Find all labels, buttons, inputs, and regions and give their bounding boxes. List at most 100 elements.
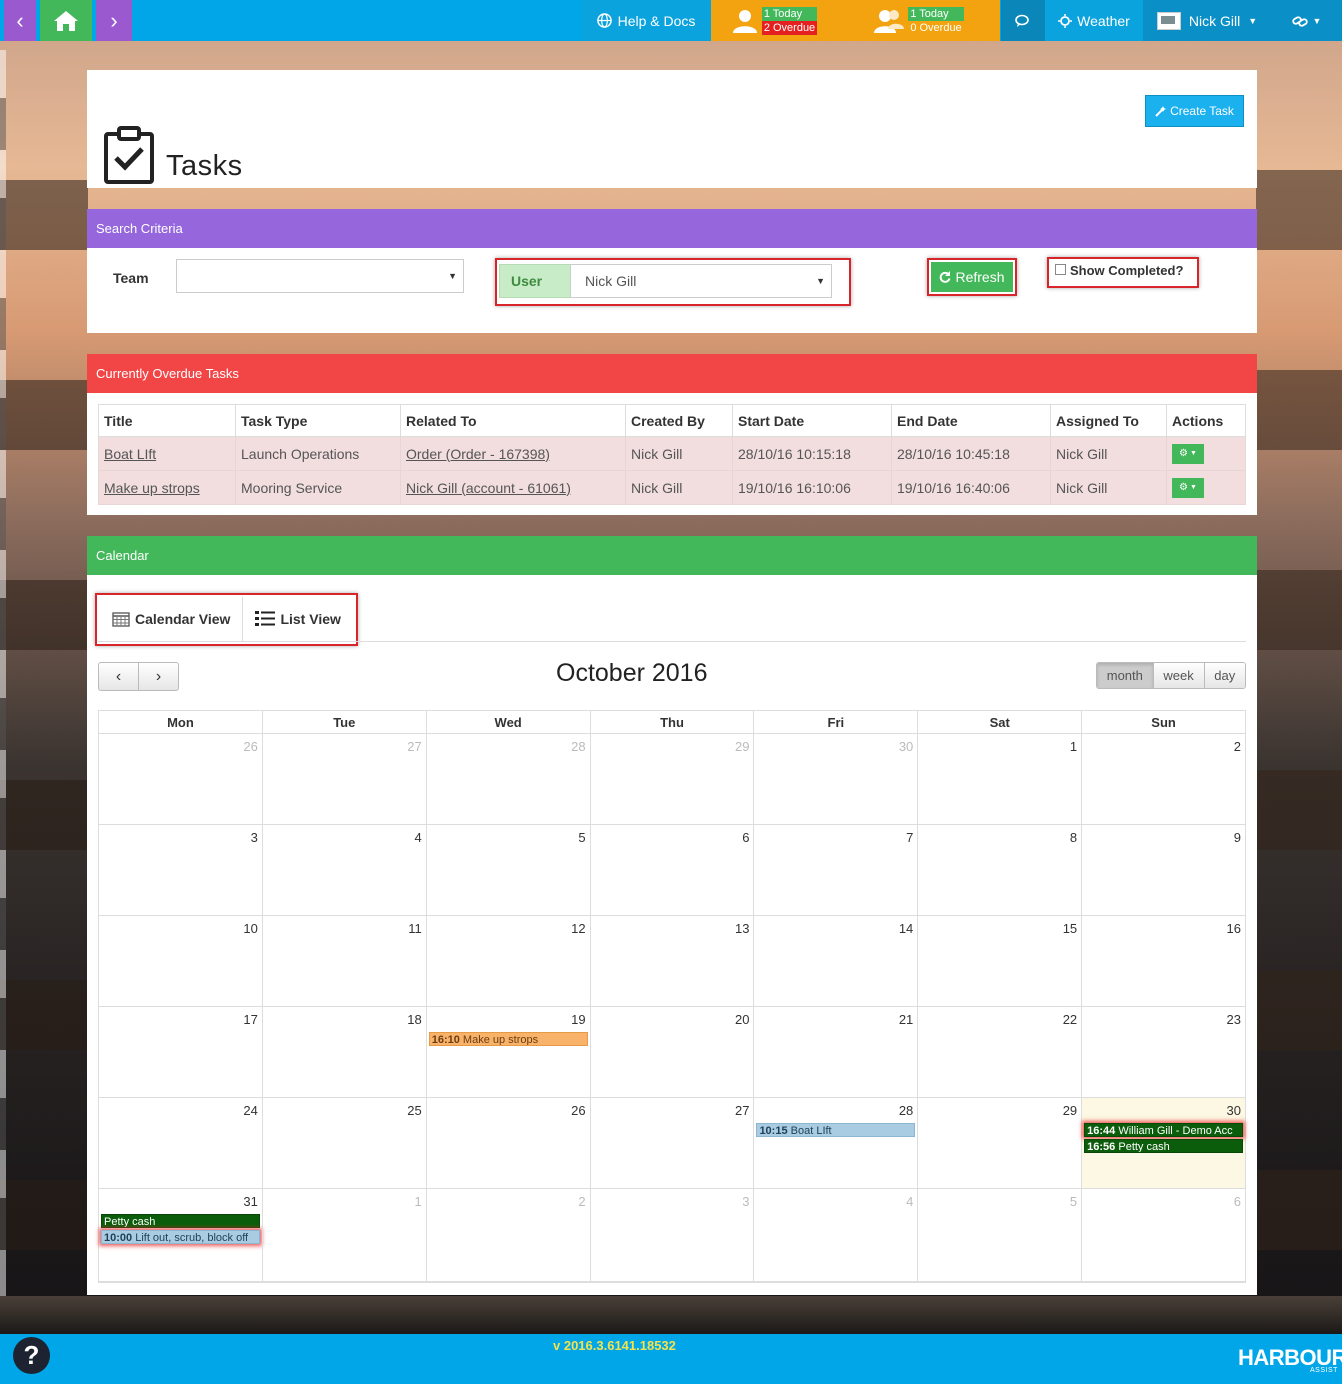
calendar-day[interactable]: 12 <box>425 916 590 1006</box>
calendar-day[interactable]: 29 <box>917 1098 1081 1188</box>
calendar-day[interactable]: 29 <box>589 734 754 824</box>
row-actions-button[interactable]: ⚙ ▼ <box>1172 477 1204 498</box>
column-header-created-by[interactable]: Created By <box>625 404 733 437</box>
day-number: 5 <box>1069 1194 1078 1209</box>
day-view-button[interactable]: day <box>1203 663 1245 688</box>
calendar-day[interactable]: 21 <box>753 1007 917 1097</box>
calendar-day[interactable]: 11 <box>261 916 426 1006</box>
row-actions-button[interactable]: ⚙ ▼ <box>1172 443 1204 464</box>
calendar-day[interactable]: 28 <box>425 734 590 824</box>
forward-button[interactable]: › <box>96 0 132 41</box>
calendar-event[interactable]: 10:00 Lift out, scrub, block off <box>101 1230 260 1244</box>
help-docs-button[interactable]: Help & Docs <box>582 0 710 41</box>
weekday-header: Mon <box>167 715 194 730</box>
event-time: 16:44 <box>1087 1125 1116 1137</box>
calendar-day[interactable]: 10 <box>99 916 262 1006</box>
calendar-day[interactable]: 23 <box>1081 1007 1245 1097</box>
calendar-day[interactable]: 4 <box>753 1189 917 1281</box>
calendar-day[interactable]: 9 <box>1081 825 1245 915</box>
month-view-button[interactable]: month <box>1097 663 1153 688</box>
day-number: 14 <box>898 921 914 936</box>
team-select[interactable]: ▼ <box>176 259 464 293</box>
calendar-event[interactable]: Petty cash <box>101 1214 260 1228</box>
calendar-day[interactable]: 3 <box>589 1189 754 1281</box>
team-tasks-indicator[interactable]: 1 Today 0 Overdue <box>838 0 1000 41</box>
calendar-day[interactable]: 26 <box>425 1098 590 1188</box>
calendar-day[interactable]: 18 <box>261 1007 426 1097</box>
refresh-button[interactable]: Refresh <box>931 262 1013 292</box>
calendar-day[interactable]: 28 10:15 Boat LIft <box>753 1098 917 1188</box>
calendar-day[interactable]: 27 <box>261 734 426 824</box>
column-header-task-type[interactable]: Task Type <box>235 404 401 437</box>
weather-button[interactable]: Weather <box>1045 0 1143 41</box>
background-image-bottom <box>0 1296 1342 1334</box>
day-number: 4 <box>906 1194 914 1209</box>
calendar-event[interactable]: 10:15 Boat LIft <box>756 1123 916 1137</box>
calendar-day[interactable]: 5 <box>425 825 590 915</box>
calendar-day[interactable]: 14 <box>753 916 917 1006</box>
calendar-day[interactable]: 2 <box>425 1189 590 1281</box>
list-view-tab[interactable]: List View <box>242 597 352 641</box>
calendar-day[interactable]: 6 <box>589 825 754 915</box>
calendar-day[interactable]: 27 <box>589 1098 754 1188</box>
day-number: 30 <box>1226 1103 1242 1118</box>
calendar-day[interactable]: 16 <box>1081 916 1245 1006</box>
column-header-assigned-to[interactable]: Assigned To <box>1050 404 1167 437</box>
calendar-day[interactable]: 5 <box>917 1189 1081 1281</box>
calendar-day[interactable]: 1 <box>917 734 1081 824</box>
calendar-day[interactable]: 20 <box>589 1007 754 1097</box>
calendar-day[interactable]: 22 <box>917 1007 1081 1097</box>
calendar-day[interactable]: 25 <box>261 1098 426 1188</box>
calendar-day-today[interactable]: 30 16:44 William Gill - Demo Acc 16:56 Pet… <box>1081 1098 1246 1188</box>
column-header-start-date[interactable]: Start Date <box>732 404 892 437</box>
related-to-link[interactable]: Order (Order - 167398) <box>406 446 550 462</box>
related-to-link[interactable]: Nick Gill (account - 61061) <box>406 480 571 496</box>
weekday-header: Thu <box>589 711 754 733</box>
calendar-day[interactable]: 2 <box>1081 734 1245 824</box>
back-button[interactable]: ‹ <box>4 0 36 41</box>
show-completed-checkbox[interactable] <box>1055 264 1066 275</box>
calendar-day[interactable]: 17 <box>99 1007 262 1097</box>
sun-icon <box>1058 13 1073 28</box>
day-number: 28 <box>898 1103 914 1118</box>
my-tasks-indicator[interactable]: 1 Today 2 Overdue <box>711 0 838 41</box>
calendar-day[interactable]: 1 <box>261 1189 426 1281</box>
column-header-end-date[interactable]: End Date <box>891 404 1051 437</box>
calendar-day[interactable]: 24 <box>99 1098 262 1188</box>
weekday-header: Sun <box>1081 711 1245 733</box>
prev-month-button[interactable]: ‹ <box>99 663 138 690</box>
calendar-day[interactable]: 15 <box>917 916 1081 1006</box>
calendar-range-buttons: month week day <box>1096 662 1246 689</box>
profile-menu-button[interactable]: Nick Gill ▼ <box>1143 0 1271 41</box>
user-select[interactable]: Nick Gill ▼ <box>570 264 832 298</box>
calendar-day[interactable]: 4 <box>261 825 426 915</box>
calendar-day[interactable]: 3 <box>99 825 262 915</box>
task-title-link[interactable]: Boat LIft <box>104 446 156 462</box>
calendar-day[interactable]: 26 <box>99 734 262 824</box>
refresh-label: Refresh <box>955 269 1005 285</box>
column-header-title[interactable]: Title <box>98 404 236 437</box>
column-header-related-to[interactable]: Related To <box>400 404 626 437</box>
calendar-event[interactable]: 16:56 Petty cash <box>1084 1139 1244 1153</box>
show-completed-label[interactable]: Show Completed? <box>1070 263 1183 278</box>
calendar-day[interactable]: 13 <box>589 916 754 1006</box>
brand-logo-sub: ASSIST <box>1310 1367 1338 1374</box>
next-month-button[interactable]: › <box>138 663 178 690</box>
help-question-button[interactable]: ? <box>13 1337 50 1374</box>
calendar-day[interactable]: 7 <box>753 825 917 915</box>
calendar-day[interactable]: 30 <box>753 734 917 824</box>
calendar-view-tab[interactable]: Calendar View <box>100 597 242 641</box>
calendar-day[interactable]: 6 <box>1081 1189 1245 1281</box>
task-title-link[interactable]: Make up strops <box>104 480 200 496</box>
create-task-button[interactable]: Create Task <box>1145 95 1244 127</box>
calendar-day[interactable]: 19 16:10 Make up strops <box>425 1007 590 1097</box>
calendar-event[interactable]: 16:10 Make up strops <box>428 1032 588 1046</box>
calendar-event[interactable]: 16:44 William Gill - Demo Acc <box>1084 1123 1244 1137</box>
day-number: 31 <box>243 1194 258 1209</box>
calendar-day[interactable]: 8 <box>917 825 1081 915</box>
calendar-day[interactable]: 31 Petty cash 10:00 Lift out, scrub, block… <box>99 1189 262 1281</box>
home-button[interactable] <box>40 0 92 41</box>
week-view-button[interactable]: week <box>1152 663 1204 688</box>
chat-button[interactable] <box>1001 0 1045 41</box>
links-menu-button[interactable]: ▼ <box>1271 0 1342 41</box>
